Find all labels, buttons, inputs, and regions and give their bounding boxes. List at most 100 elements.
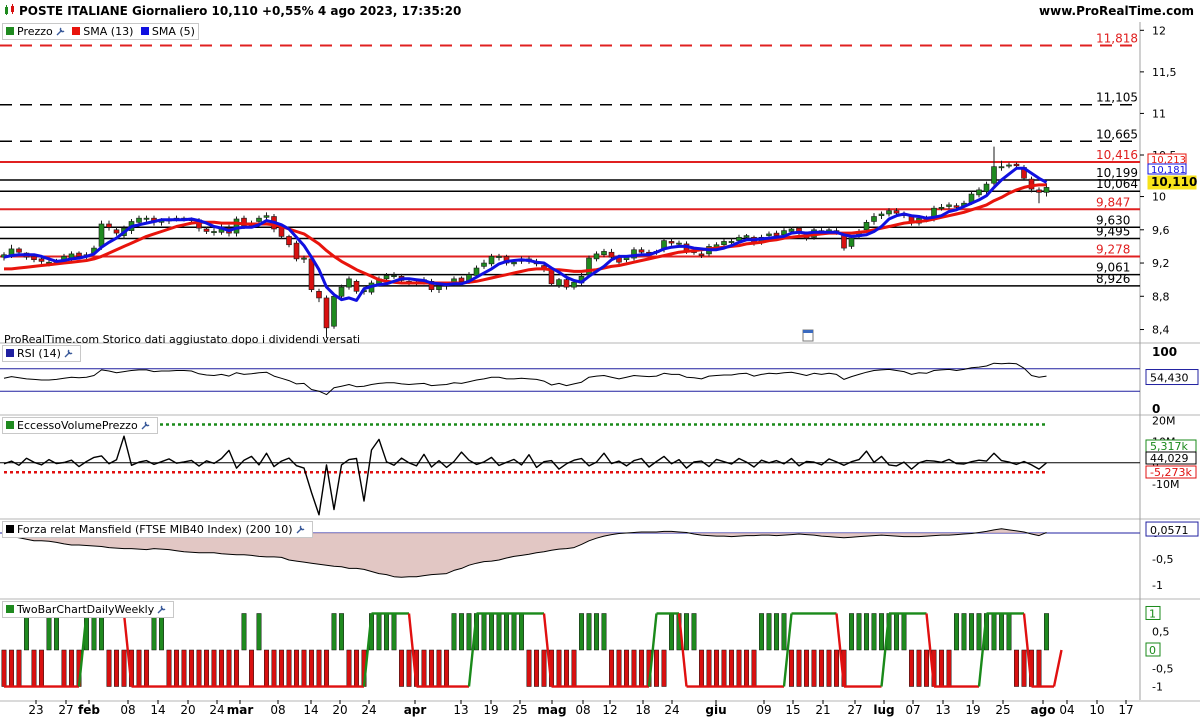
candle-body (863, 222, 870, 231)
x-tick-label: 14 (303, 703, 318, 717)
wrench-icon[interactable] (140, 420, 151, 431)
candle-body (436, 286, 442, 290)
x-tick-label: 13 (453, 703, 468, 717)
level-label: 10,416 (1096, 148, 1138, 162)
twobar-bar (834, 649, 839, 687)
candle-body (263, 215, 270, 218)
twobar-bar (924, 649, 929, 687)
twobar-legend[interactable]: TwoBarChartDailyWeekly (2, 601, 175, 618)
candle-body (878, 213, 885, 216)
twobar-bar (249, 649, 254, 687)
evp-value-label: 44,029 (1150, 452, 1189, 465)
twobar-bar (654, 649, 659, 687)
twobar-bar (399, 649, 404, 687)
twobar-bar (16, 649, 22, 687)
twobar-bar (991, 613, 997, 651)
x-tick-label: 24 (664, 703, 679, 717)
candle-body (1013, 163, 1020, 167)
x-tick-label: mar (227, 703, 254, 717)
candle-body (488, 256, 495, 265)
candle-body (346, 278, 352, 288)
candle-body (211, 231, 217, 233)
twobar-bar (766, 613, 772, 651)
price-legend[interactable]: Prezzo SMA (13) SMA (5) (2, 23, 199, 40)
twobar-bar (271, 649, 277, 687)
candle-body (16, 248, 22, 253)
wrench-icon[interactable] (55, 26, 66, 37)
twobar-bar (294, 649, 299, 687)
x-tick-label: feb (78, 703, 100, 717)
candle-body (338, 286, 345, 297)
level-label: 11,105 (1096, 91, 1138, 105)
level-label: 8,926 (1096, 272, 1130, 286)
candle-body (788, 228, 795, 232)
twobar-bar (309, 649, 314, 687)
x-tick-label: 08 (120, 703, 135, 717)
wrench-icon[interactable] (295, 524, 306, 535)
x-tick-label: 04 (1059, 703, 1074, 717)
mansfield-value-label: 0,0571 (1150, 524, 1189, 537)
twobar-bar (151, 613, 157, 651)
twobar-bar (346, 649, 352, 687)
candle-body (458, 277, 465, 282)
twobar-bar (759, 613, 764, 651)
twobar-bar (661, 649, 667, 687)
twobar-bar (826, 649, 832, 687)
twobar-bar (969, 613, 974, 651)
rsi-value-label: 54,430 (1150, 372, 1189, 385)
twobar-bar (279, 649, 284, 687)
evp-line (3, 435, 1047, 516)
twobar-legend-label: TwoBarChartDailyWeekly (17, 603, 155, 616)
price-ytick-label: 10 (1152, 191, 1166, 204)
price-tag-label: 10,110 (1151, 175, 1197, 189)
twobar-bar (429, 649, 434, 687)
twobar-bar (586, 613, 592, 651)
mansfield-legend[interactable]: Forza relat Mansfield (FTSE MIB40 Index)… (2, 521, 313, 538)
candle-body (293, 242, 300, 260)
twobar-bar (609, 649, 614, 687)
twobar-bar (669, 613, 674, 651)
candle-body (998, 166, 1005, 169)
sma13-legend-label: SMA (13) (83, 25, 134, 38)
twobar-bar (871, 613, 877, 651)
twobar-bar (121, 649, 127, 687)
twobar-bar (856, 613, 862, 651)
candle-body (728, 241, 735, 243)
twobar-bar (699, 649, 704, 687)
twobar-bar (624, 649, 629, 687)
twobar-bar (571, 649, 577, 687)
sma13-line (4, 183, 1047, 285)
price-legend-label: Prezzo (17, 25, 53, 38)
twobar-bar (721, 649, 727, 687)
wrench-icon[interactable] (63, 348, 74, 359)
twobar-bar (706, 649, 712, 687)
candle-body (233, 218, 240, 234)
sma13-swatch (72, 27, 81, 35)
rsi-legend[interactable]: RSI (14) (2, 345, 81, 362)
twobar-bar (264, 649, 269, 687)
twobar-bar (519, 613, 524, 651)
twobar-bar (751, 649, 757, 687)
twobar-value-label: 1 (1149, 607, 1156, 620)
twobar-bar (91, 613, 97, 651)
twobar-bar (451, 613, 457, 651)
evp-legend[interactable]: EccessoVolumePrezzo (2, 417, 158, 434)
x-tick-label: 27 (847, 703, 862, 717)
mansfield-legend-label: Forza relat Mansfield (FTSE MIB40 Index)… (17, 523, 293, 536)
candle-body (593, 253, 600, 260)
wrench-icon[interactable] (156, 604, 167, 615)
twobar-bar (234, 649, 239, 687)
candle-body (946, 204, 952, 207)
twobar-bar (301, 649, 307, 687)
twobar-bars-group (1, 613, 1049, 687)
x-tick-label: 15 (785, 703, 800, 717)
candle-body (938, 207, 945, 209)
x-tick-label: 18 (635, 703, 650, 717)
twobar-bar (1, 649, 7, 687)
twobar-bar (504, 613, 509, 651)
twobar-bar (24, 613, 29, 651)
candle-body (106, 223, 112, 228)
price-ytick-label: 11,5 (1152, 66, 1177, 79)
twobar-bar (159, 613, 164, 651)
candle-body (743, 235, 750, 238)
